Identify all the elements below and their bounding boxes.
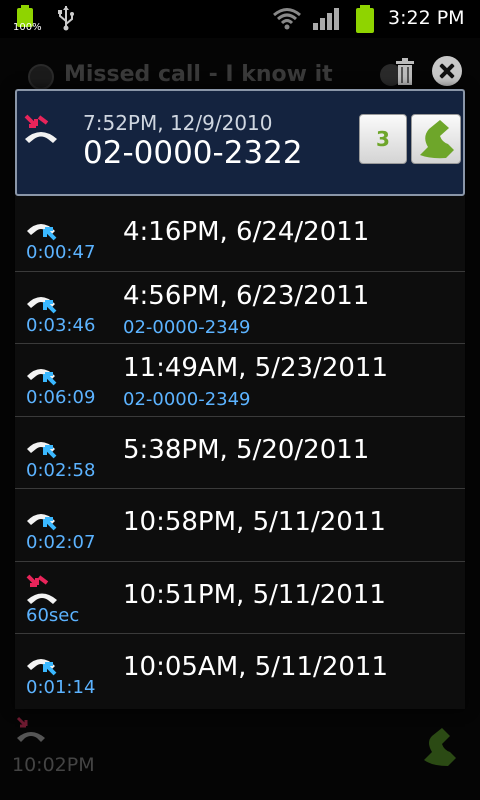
- call-list: 0:00:47 4:16PM, 6/24/2011 0:03:46 4:56PM, 6…: [15, 199, 465, 707]
- call-row[interactable]: 60sec 10:51PM, 5/11/2011: [15, 562, 465, 634]
- background-call-time: 10:02PM: [12, 754, 95, 776]
- call-datetime: 11:49AM, 5/23/2011: [123, 353, 388, 383]
- call-button[interactable]: [411, 114, 461, 164]
- missed-call-icon: [16, 716, 45, 742]
- battery-icon: [354, 5, 376, 33]
- call-row[interactable]: 0:02:07 10:58PM, 5/11/2011: [15, 489, 465, 562]
- call-row[interactable]: 0:03:46 4:56PM, 6/23/2011 02-0000-2349: [15, 272, 465, 344]
- app-icon: [28, 64, 54, 90]
- call-duration: 60sec: [26, 604, 80, 626]
- call-number: 02-0000-2349: [123, 389, 251, 410]
- call-row[interactable]: 0:06:09 11:49AM, 5/23/2011 02-0000-2349: [15, 344, 465, 417]
- call-duration: 0:01:14: [26, 677, 96, 698]
- incoming-call-icon: [25, 429, 59, 459]
- battery-percent: 100%: [13, 22, 42, 33]
- usb-icon: [58, 6, 74, 31]
- call-duration: 0:03:46: [26, 314, 96, 336]
- incoming-call-icon: [25, 284, 59, 314]
- call-datetime: 10:58PM, 5/11/2011: [123, 507, 386, 537]
- app-title: Missed call - I know it: [64, 62, 333, 87]
- call-datetime: 10:51PM, 5/11/2011: [123, 579, 386, 610]
- trash-icon[interactable]: [394, 58, 416, 86]
- incoming-call-icon: [25, 646, 59, 676]
- header-phone-number: 02-0000-2322: [83, 135, 303, 171]
- signal-icon: [313, 8, 339, 30]
- wifi-icon: [273, 8, 301, 30]
- missed-call-icon: [25, 574, 59, 604]
- phone-icon: [420, 120, 454, 159]
- status-bar: 100% 3:22 PM: [0, 0, 480, 38]
- call-row[interactable]: 0:00:47 4:16PM, 6/24/2011: [15, 199, 465, 272]
- popup-header: 7:52PM, 12/9/2010 02-0000-2322 3: [15, 89, 465, 196]
- call-row[interactable]: 0:01:14 10:05AM, 5/11/2011: [15, 634, 465, 707]
- call-duration: 0:00:47: [26, 242, 96, 263]
- incoming-call-icon: [25, 211, 59, 241]
- call-datetime: 4:56PM, 6/23/2011: [123, 280, 370, 311]
- call-row[interactable]: 0:02:58 5:38PM, 5/20/2011: [15, 417, 465, 489]
- clock: 3:22 PM: [388, 7, 465, 29]
- call-duration: 0:02:58: [26, 459, 96, 481]
- phone-icon[interactable]: [418, 726, 458, 766]
- call-history-popup: 7:52PM, 12/9/2010 02-0000-2322 3 0:00:47…: [15, 89, 465, 709]
- call-count-button[interactable]: 3: [359, 114, 407, 164]
- incoming-call-icon: [25, 501, 59, 531]
- call-duration: 0:02:07: [26, 532, 96, 553]
- missed-call-icon: [24, 114, 57, 143]
- header-call-time: 7:52PM, 12/9/2010: [83, 111, 273, 135]
- call-datetime: 10:05AM, 5/11/2011: [123, 652, 388, 682]
- call-datetime: 4:16PM, 6/24/2011: [123, 217, 370, 247]
- call-datetime: 5:38PM, 5/20/2011: [123, 434, 370, 465]
- call-number: 02-0000-2349: [123, 316, 251, 338]
- incoming-call-icon: [25, 356, 59, 386]
- call-duration: 0:06:09: [26, 387, 96, 408]
- close-button[interactable]: [432, 56, 462, 86]
